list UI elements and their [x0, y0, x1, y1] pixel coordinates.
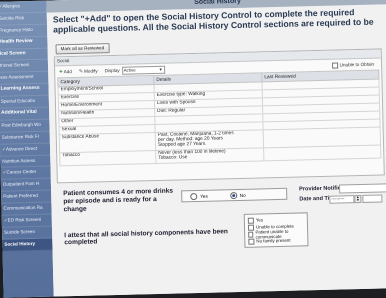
- checkbox-box: [247, 217, 254, 224]
- category-cell: Tobacco: [59, 150, 156, 166]
- app-screen: AllergiesSuicide RiskPregnancy HistoHeal…: [0, 0, 386, 298]
- unable-to-obtain-label: Unable to Obtain: [339, 61, 375, 68]
- modify-button[interactable]: ✎ Modify: [79, 68, 98, 74]
- sidebar-item[interactable]: Social History: [2, 238, 53, 252]
- alcohol-radio-group: Yes No: [181, 187, 288, 203]
- assessment-questions: Patient consumes 4 or more drinks per ep…: [57, 178, 386, 276]
- details-cell: Never (less than 100 in lifetime) Tobacco…: [155, 147, 264, 164]
- add-button[interactable]: + Add: [59, 69, 72, 75]
- detail-line: Diet: Regular: [157, 108, 186, 114]
- provider-notified-input[interactable]: [339, 183, 386, 194]
- date-input[interactable]: **/**/****: [329, 195, 355, 204]
- social-history-table: Category Details Last Reviewed Employmen…: [57, 70, 381, 167]
- attest-option-label: Yes: [255, 217, 264, 223]
- detail-line: Lives with Spouse: [156, 99, 196, 106]
- attest-option-label: No family present: [256, 237, 291, 244]
- checkbox-box: [247, 224, 255, 231]
- display-filter: Display Active ▼: [104, 65, 165, 75]
- checkbox-box: [331, 62, 338, 69]
- plus-icon: +: [59, 68, 63, 75]
- display-label: Display: [104, 67, 120, 74]
- radio-button-selected: [229, 191, 237, 199]
- last-reviewed-cell: [263, 144, 381, 161]
- attest-question-label: I attest that all social history compone…: [64, 228, 229, 247]
- detail-line: Exercise type: Walking: [156, 91, 206, 98]
- provider-notified-label: Provider Notified: [299, 185, 345, 193]
- sidebar-list: AllergiesSuicide RiskPregnancy HistoHeal…: [0, 0, 53, 252]
- radio-button: [190, 192, 198, 200]
- checkbox-box: [248, 231, 254, 238]
- main-content: Social History Select "+Add" to open the…: [46, 0, 386, 297]
- date-spinner[interactable]: ▲ ▼: [354, 194, 362, 204]
- mark-all-reviewed-button[interactable]: Mark all as Reviewed: [55, 43, 110, 55]
- sidebar-nav: AllergiesSuicide RiskPregnancy HistoHeal…: [0, 0, 54, 298]
- display-select[interactable]: Active ▼: [121, 65, 165, 75]
- display-select-value: Active: [123, 66, 136, 73]
- radio-label: Yes: [200, 193, 208, 199]
- chevron-down-icon: ▼: [158, 66, 163, 72]
- alcohol-question-label: Patient consumes 4 or more drinks per ep…: [63, 187, 174, 214]
- modify-button-label: Modify: [84, 68, 98, 74]
- social-history-panel: Social + Add ✎ Modify Display Active ▼ U…: [53, 48, 385, 184]
- radio-label: No: [239, 192, 246, 198]
- pencil-icon: ✎: [78, 68, 84, 75]
- unable-to-obtain-checkbox[interactable]: Unable to Obtain: [331, 61, 375, 69]
- radio-option-no[interactable]: No: [229, 191, 246, 199]
- checkbox-box: [248, 238, 255, 245]
- attest-checklist: Yes Unable to complete Patient unable to c…: [243, 212, 309, 248]
- category-cell: Substance Abuse: [59, 132, 156, 153]
- time-input[interactable]: [362, 194, 383, 203]
- add-button-label: Add: [63, 69, 72, 75]
- radio-option-yes[interactable]: Yes: [190, 192, 208, 200]
- attest-option[interactable]: Patient unable to communicate: [248, 228, 305, 239]
